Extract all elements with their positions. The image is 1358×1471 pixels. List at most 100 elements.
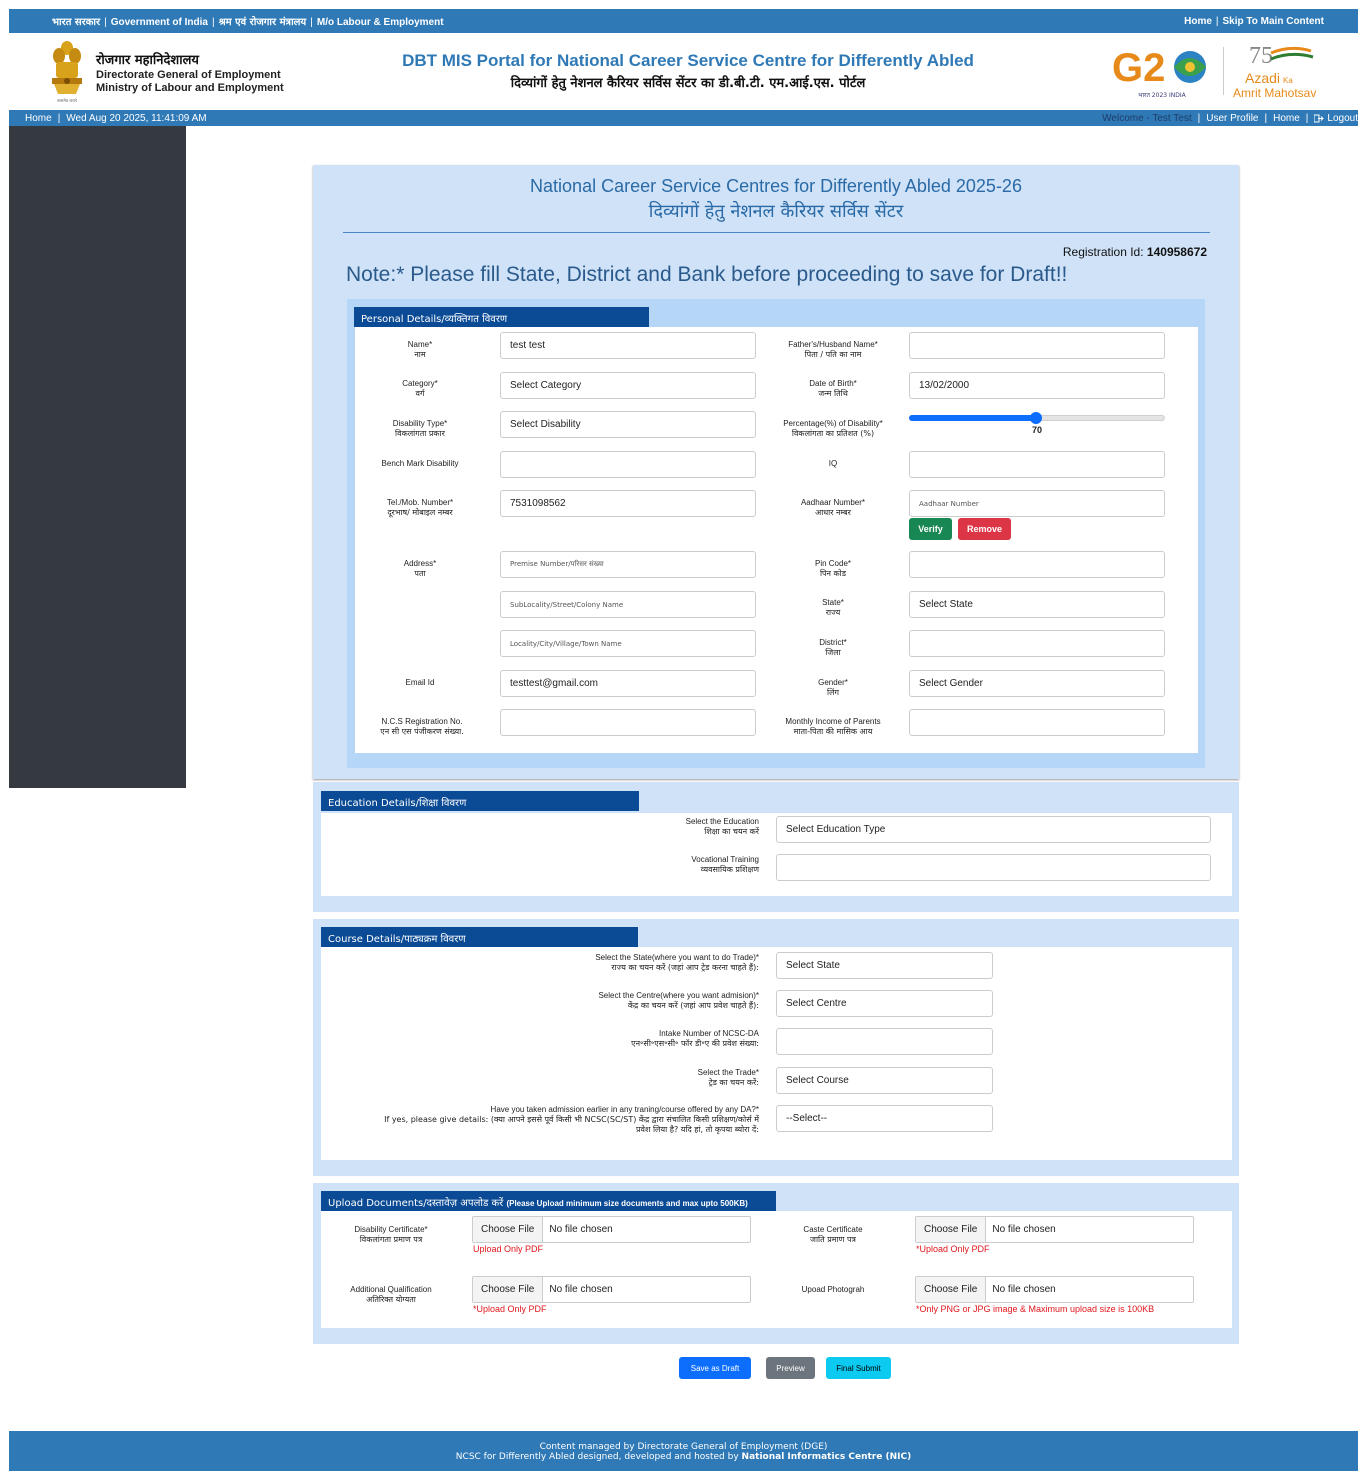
dob-label: Date of Birth* जन्म तिथि xyxy=(809,379,857,398)
nav-left: Home | Wed Aug 20 2025, 11:41:09 AM xyxy=(25,112,207,124)
education-details-section: Education Details/शिक्षा विवरण Select th… xyxy=(313,782,1239,912)
portal-title: DBT MIS Portal for National Career Servi… xyxy=(289,51,1087,91)
footer-line1: Content managed by Directorate General o… xyxy=(539,1442,828,1452)
centre-select[interactable]: Select Centre xyxy=(776,990,993,1017)
premise-input[interactable]: Premise Number/परिसर संख्या xyxy=(500,551,756,578)
hindi-govt-link[interactable]: भारत सरकार xyxy=(52,17,100,28)
upload-section-note: (Please Upload minimum size documents an… xyxy=(506,1199,748,1208)
district-select[interactable] xyxy=(909,630,1165,657)
svg-text:G2: G2 xyxy=(1112,46,1165,90)
locality-input[interactable]: Locality/City/Village/Town Name xyxy=(500,630,756,657)
home-link[interactable]: Home xyxy=(1184,16,1212,27)
hindi-ministry-link[interactable]: श्रम एवं रोजगार मंत्रालय xyxy=(219,17,307,28)
vocational-training-label: Vocational Training व्यवसायिक प्रशिक्षण xyxy=(691,855,759,874)
form-title: National Career Service Centres for Diff… xyxy=(530,176,1022,196)
registration-id-label: Registration Id: xyxy=(1062,245,1144,259)
gov-bar-left: भारत सरकार | Government of India | श्रम एवं … xyxy=(52,17,444,28)
nav-home2-link[interactable]: Home xyxy=(1273,113,1300,124)
choose-file-button[interactable]: Choose File xyxy=(916,1277,987,1302)
final-submit-button[interactable]: Final Submit xyxy=(826,1357,891,1379)
disability-type-select[interactable]: Select Disability xyxy=(500,411,756,438)
education-details-body: Select the Education शिक्षा का चयन करें S… xyxy=(321,813,1232,896)
trade-select[interactable]: Select Course xyxy=(776,1067,993,1094)
portal-title-en: DBT MIS Portal for National Career Servi… xyxy=(402,51,974,70)
national-emblem-icon: सत्यमेव जयते xyxy=(52,41,82,103)
upload-documents-section: Upload Documents/दस्तावेज़ अपलोड करें (P… xyxy=(313,1183,1239,1344)
gov-top-bar: भारत सरकार | Government of India | श्रम एवं … xyxy=(9,9,1358,33)
page: भारत सरकार | Government of India | श्रम एवं … xyxy=(0,0,1358,1471)
site-header: सत्यमेव जयते रोजगार महानिदेशालय Director… xyxy=(9,33,1358,110)
file-status: No file chosen xyxy=(549,1224,613,1235)
course-details-body: Select the State(where you want to do Tr… xyxy=(321,947,1232,1160)
file-status: No file chosen xyxy=(549,1284,613,1295)
course-state-select[interactable]: Select State xyxy=(776,952,993,979)
income-input[interactable] xyxy=(909,709,1165,736)
additional-qualification-file-input[interactable]: Choose File No file chosen xyxy=(472,1276,751,1303)
disability-percent-slider[interactable]: 70 xyxy=(909,411,1165,439)
choose-file-button[interactable]: Choose File xyxy=(473,1217,544,1242)
state-select[interactable]: Select State xyxy=(909,591,1165,618)
disability-percent-label: Percentage(%) of Disability* विकलांगता का… xyxy=(783,419,883,438)
email-label: Email Id xyxy=(405,678,435,687)
ncs-label: N.C.S Registration No. एन सी एस पंजीकरण स… xyxy=(380,717,464,736)
ministry-link[interactable]: M/o Labour & Employment xyxy=(317,17,444,28)
welcome-text: Welcome - Test Test xyxy=(1102,112,1192,124)
tel-input[interactable]: 7531098562 xyxy=(500,490,756,517)
pin-input[interactable] xyxy=(909,551,1165,578)
photograph-file-input[interactable]: Choose File No file chosen xyxy=(915,1276,1194,1303)
father-name-input[interactable] xyxy=(909,332,1165,359)
vocational-training-input[interactable] xyxy=(776,854,1211,881)
sidebar xyxy=(9,126,186,788)
education-type-label: Select the Education शिक्षा का चयन करें xyxy=(685,817,759,836)
preview-button[interactable]: Preview xyxy=(766,1357,815,1379)
bench-mark-label: Bench Mark Disability xyxy=(381,459,459,468)
org-hindi: रोजगार महानिदेशालय xyxy=(96,53,199,68)
name-input[interactable]: test test xyxy=(500,332,756,359)
title-divider xyxy=(343,232,1210,233)
disability-certificate-file-input[interactable]: Choose File No file chosen xyxy=(472,1216,751,1243)
course-state-label: Select the State(where you want to do Tr… xyxy=(595,953,759,972)
category-select[interactable]: Select Category xyxy=(500,372,756,399)
logout-label: Logout xyxy=(1327,112,1358,124)
draft-note: Note:* Please fill State, District and B… xyxy=(346,263,1068,286)
svg-text:भारत 2023 INDIA: भारत 2023 INDIA xyxy=(1138,92,1186,99)
prior-admission-select[interactable]: --Select-- xyxy=(776,1105,993,1132)
caste-certificate-file-input[interactable]: Choose File No file chosen xyxy=(915,1216,1194,1243)
footer-nic: National Informatics Centre (NIC) xyxy=(741,1452,912,1462)
sublocality-input[interactable]: SubLocality/Street/Colony Name xyxy=(500,591,756,618)
svg-text:Ka: Ka xyxy=(1283,76,1293,85)
user-profile-link[interactable]: User Profile xyxy=(1206,113,1258,124)
intake-label: Intake Number of NCSC-DA एन॰सी॰एस॰सी॰ फॉर… xyxy=(631,1029,759,1048)
ncs-input[interactable] xyxy=(500,709,756,736)
save-draft-button[interactable]: Save as Draft xyxy=(679,1357,751,1379)
org-line1: Directorate General of Employment xyxy=(96,69,281,81)
aadhaar-input[interactable]: Aadhaar Number xyxy=(909,490,1165,517)
trade-label: Select the Trade* ट्रेड का चयन करें: xyxy=(697,1068,759,1087)
registration-id-value: 140958672 xyxy=(1146,245,1207,259)
education-type-select[interactable]: Select Education Type xyxy=(776,816,1211,843)
gov-bar-right: Home | Skip To Main Content xyxy=(1184,15,1324,27)
skip-link[interactable]: Skip To Main Content xyxy=(1223,16,1324,27)
choose-file-button[interactable]: Choose File xyxy=(916,1217,987,1242)
choose-file-button[interactable]: Choose File xyxy=(473,1277,544,1302)
remove-button[interactable]: Remove xyxy=(958,518,1011,540)
email-input[interactable]: testtest@gmail.com xyxy=(500,670,756,697)
svg-text:Azadi: Azadi xyxy=(1245,70,1280,86)
dob-input[interactable]: 13/02/2000 xyxy=(909,372,1165,399)
slider-knob[interactable] xyxy=(1030,412,1042,424)
nav-home-link[interactable]: Home xyxy=(25,113,52,124)
registration-id: Registration Id: 140958672 xyxy=(1063,245,1207,259)
personal-details-section: Personal Details/व्यक्तिगत विवरण Name* ना… xyxy=(347,299,1205,768)
bench-mark-input[interactable] xyxy=(500,451,756,478)
logout-link[interactable]: Logout xyxy=(1314,113,1358,124)
file-status: No file chosen xyxy=(992,1284,1056,1295)
iq-input[interactable] xyxy=(909,451,1165,478)
footer-line2-text: NCSC for Differently Abled designed, dev… xyxy=(455,1452,739,1462)
footer: Content managed by Directorate General o… xyxy=(9,1431,1358,1471)
govt-link[interactable]: Government of India xyxy=(111,17,208,28)
svg-text:सत्यमेव जयते: सत्यमेव जयते xyxy=(57,98,77,103)
gender-select[interactable]: Select Gender xyxy=(909,670,1165,697)
intake-input[interactable] xyxy=(776,1028,993,1055)
g20-logo-icon: G2 भारत 2023 INDIA xyxy=(1112,46,1206,99)
verify-button[interactable]: Verify xyxy=(909,518,952,540)
